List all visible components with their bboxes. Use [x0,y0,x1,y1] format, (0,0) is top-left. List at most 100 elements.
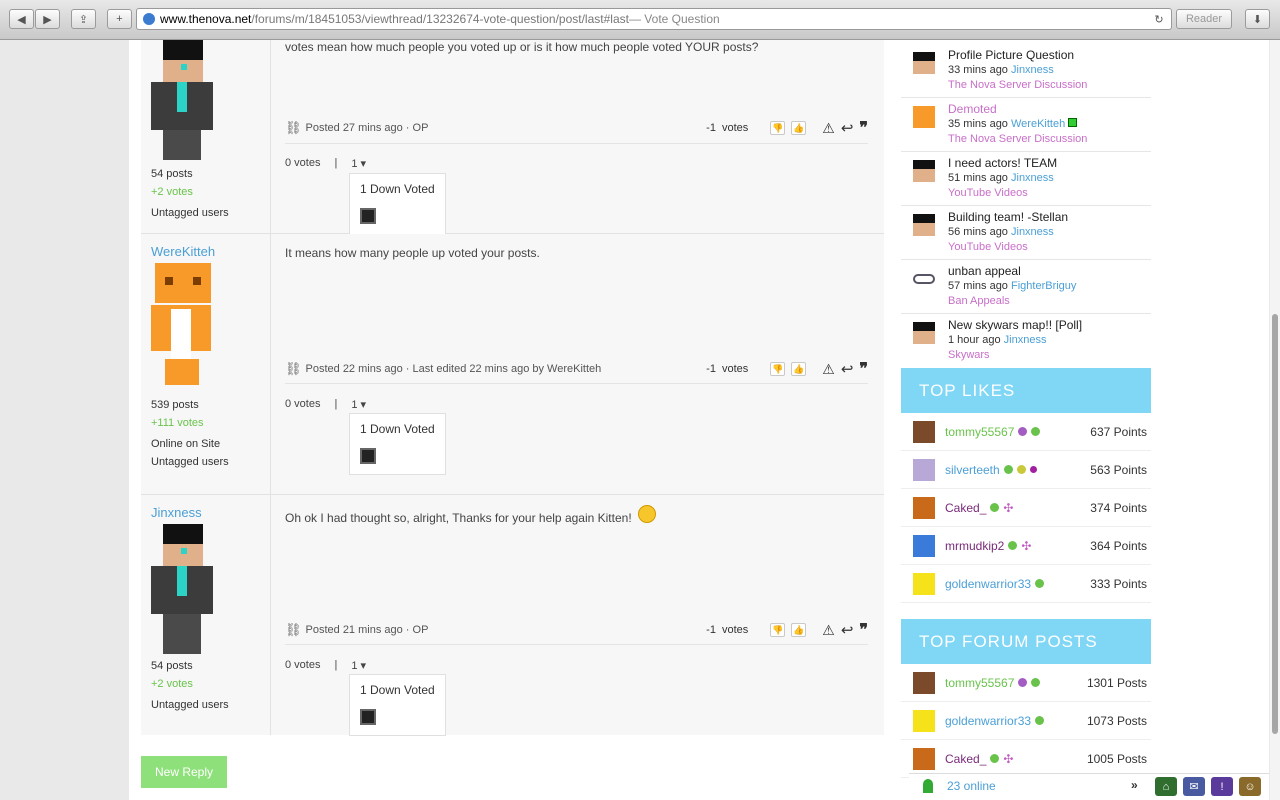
thread-title[interactable]: New skywars map!! [Poll] [948,318,1151,333]
vote-summary: 0 votes | 1 ▾ [285,398,366,411]
reply-icon[interactable]: ↩ [841,119,854,137]
thumbs-up-icon[interactable]: 👍 [791,623,807,637]
thread-time: 51 mins ago [948,172,1008,184]
link-icon[interactable]: ⛓ [285,361,302,377]
voter-avatar[interactable] [360,208,376,224]
quote-icon[interactable]: ❞ [859,118,868,138]
vote-score: -1 [706,624,716,636]
thread-time: 33 mins ago [948,64,1008,76]
thread-category[interactable]: Skywars [948,348,1151,363]
leaderboard-row[interactable]: mrmudkip2 ✣ 364 Points [901,527,1151,565]
vote-select[interactable]: 1 ▾ [351,659,366,672]
reply-icon[interactable]: ↩ [841,360,854,378]
report-icon[interactable]: ⚠ [822,120,835,137]
leaderboard-row[interactable]: tommy55567 1301 Posts [901,664,1151,702]
leaderboard-row[interactable]: tommy55567 637 Points [901,413,1151,451]
thread-avatar [913,160,935,182]
back-button[interactable]: ◀ [9,9,34,29]
thumbs-down-icon[interactable]: 👎 [770,362,786,376]
reply-icon[interactable]: ↩ [841,621,854,639]
recent-thread[interactable]: New skywars map!! [Poll] 1 hour ago Jinx… [901,314,1151,368]
recent-thread[interactable]: Building team! -Stellan 56 mins ago Jinx… [901,206,1151,260]
link-icon[interactable]: ⛓ [285,622,302,638]
thread-category[interactable]: The Nova Server Discussion [948,78,1151,93]
thread-category[interactable]: Ban Appeals [948,294,1151,309]
post-author-name[interactable]: WereKitteh [151,244,260,259]
thread-title[interactable]: Building team! -Stellan [948,210,1151,225]
thread-category[interactable]: YouTube Videos [948,186,1151,201]
recent-thread[interactable]: I need actors! TEAM 51 mins ago Jinxness… [901,152,1151,206]
user-name[interactable]: tommy55567 [945,425,1014,439]
thumbs-up-icon[interactable]: 👍 [791,362,807,376]
recent-thread[interactable]: Demoted 35 mins ago WereKitteh The Nova … [901,98,1151,152]
badge-icon [1035,579,1045,588]
divider [285,143,868,144]
reader-button[interactable]: Reader [1176,9,1232,29]
user-avatar [913,458,935,481]
leaderboard-row[interactable]: goldenwarrior33 1073 Posts [901,702,1151,740]
reload-icon[interactable]: ↻ [1150,9,1168,29]
thumbs-up-icon[interactable]: 👍 [791,121,807,135]
post-author-name[interactable]: Jinxness [151,505,260,520]
scrollbar[interactable] [1270,40,1280,800]
expand-icon[interactable]: » [1131,778,1138,792]
new-tab-button[interactable]: + [107,9,132,29]
quote-icon[interactable]: ❞ [859,359,868,379]
thread-title[interactable]: unban appeal [948,264,1151,279]
user-name[interactable]: goldenwarrior33 [945,714,1031,728]
recent-thread[interactable]: unban appeal 57 mins ago FighterBriguy B… [901,260,1151,314]
user-name[interactable]: tommy55567 [945,676,1014,690]
thread-category[interactable]: YouTube Videos [948,240,1151,255]
online-count[interactable]: 23 online [947,779,996,793]
post-meta: ⛓ Posted 21 mins ago · OP [285,622,428,638]
thread-title[interactable]: Demoted [948,102,1151,117]
post-meta: ⛓ Posted 27 mins ago · OP [285,120,428,136]
share-button[interactable]: ⇪ [71,9,96,29]
thread-author[interactable]: Jinxness [1004,334,1047,346]
user-name[interactable]: Caked_ [945,501,986,515]
home-icon[interactable]: ⌂ [1155,777,1177,796]
down-voted-label: 1 Down Voted [360,683,435,697]
new-reply-button[interactable]: New Reply [141,756,227,788]
scrollbar-thumb[interactable] [1272,314,1278,734]
thread-category[interactable]: The Nova Server Discussion [948,132,1151,147]
thumbs-down-icon[interactable]: 👎 [770,623,786,637]
thread-author[interactable]: WereKitteh [1011,118,1065,130]
thread-author[interactable]: Jinxness [1011,64,1054,76]
user-icon[interactable]: ☺ [1239,777,1261,796]
alert-icon[interactable]: ! [1211,777,1233,796]
thread-title[interactable]: I need actors! TEAM [948,156,1151,171]
recent-thread[interactable]: Profile Picture Question 33 mins ago Jin… [901,44,1151,98]
vote-select[interactable]: 1 ▾ [351,398,366,411]
user-avatar [913,709,935,732]
link-icon[interactable]: ⛓ [285,120,302,136]
mail-icon[interactable]: ✉ [1183,777,1205,796]
address-bar[interactable]: www.thenova.net /forums/m/18451053/viewt… [136,8,1172,30]
vote-summary: 0 votes | 1 ▾ [285,659,366,672]
thread-author[interactable]: Jinxness [1011,172,1054,184]
voter-avatar[interactable] [360,448,376,464]
thread-time: 35 mins ago [948,118,1008,130]
leaderboard-row[interactable]: goldenwarrior33 333 Points [901,565,1151,603]
thread-title[interactable]: Profile Picture Question [948,48,1151,63]
voter-avatar[interactable] [360,709,376,725]
leaderboard-row[interactable]: Caked_ ✣ 374 Points [901,489,1151,527]
quote-icon[interactable]: ❞ [859,620,868,640]
leaderboard-row[interactable]: silverteeth 563 Points [901,451,1151,489]
forward-button[interactable]: ▶ [35,9,60,29]
user-name[interactable]: Caked_ [945,752,986,766]
user-name[interactable]: goldenwarrior33 [945,577,1031,591]
downloads-icon[interactable]: ⬇ [1245,9,1270,29]
post-body: Oh ok I had thought so, alright, Thanks … [271,495,884,736]
person-icon [923,779,933,793]
thread-author[interactable]: Jinxness [1011,226,1054,238]
report-icon[interactable]: ⚠ [822,622,835,639]
thumbs-down-icon[interactable]: 👎 [770,121,786,135]
vote-select[interactable]: 1 ▾ [351,157,366,170]
thread-author[interactable]: FighterBriguy [1011,280,1076,292]
vote-word: votes [721,122,749,134]
report-icon[interactable]: ⚠ [822,361,835,378]
user-points: 374 Points [1090,500,1147,515]
user-name[interactable]: silverteeth [945,463,1000,477]
user-name[interactable]: mrmudkip2 [945,539,1004,553]
